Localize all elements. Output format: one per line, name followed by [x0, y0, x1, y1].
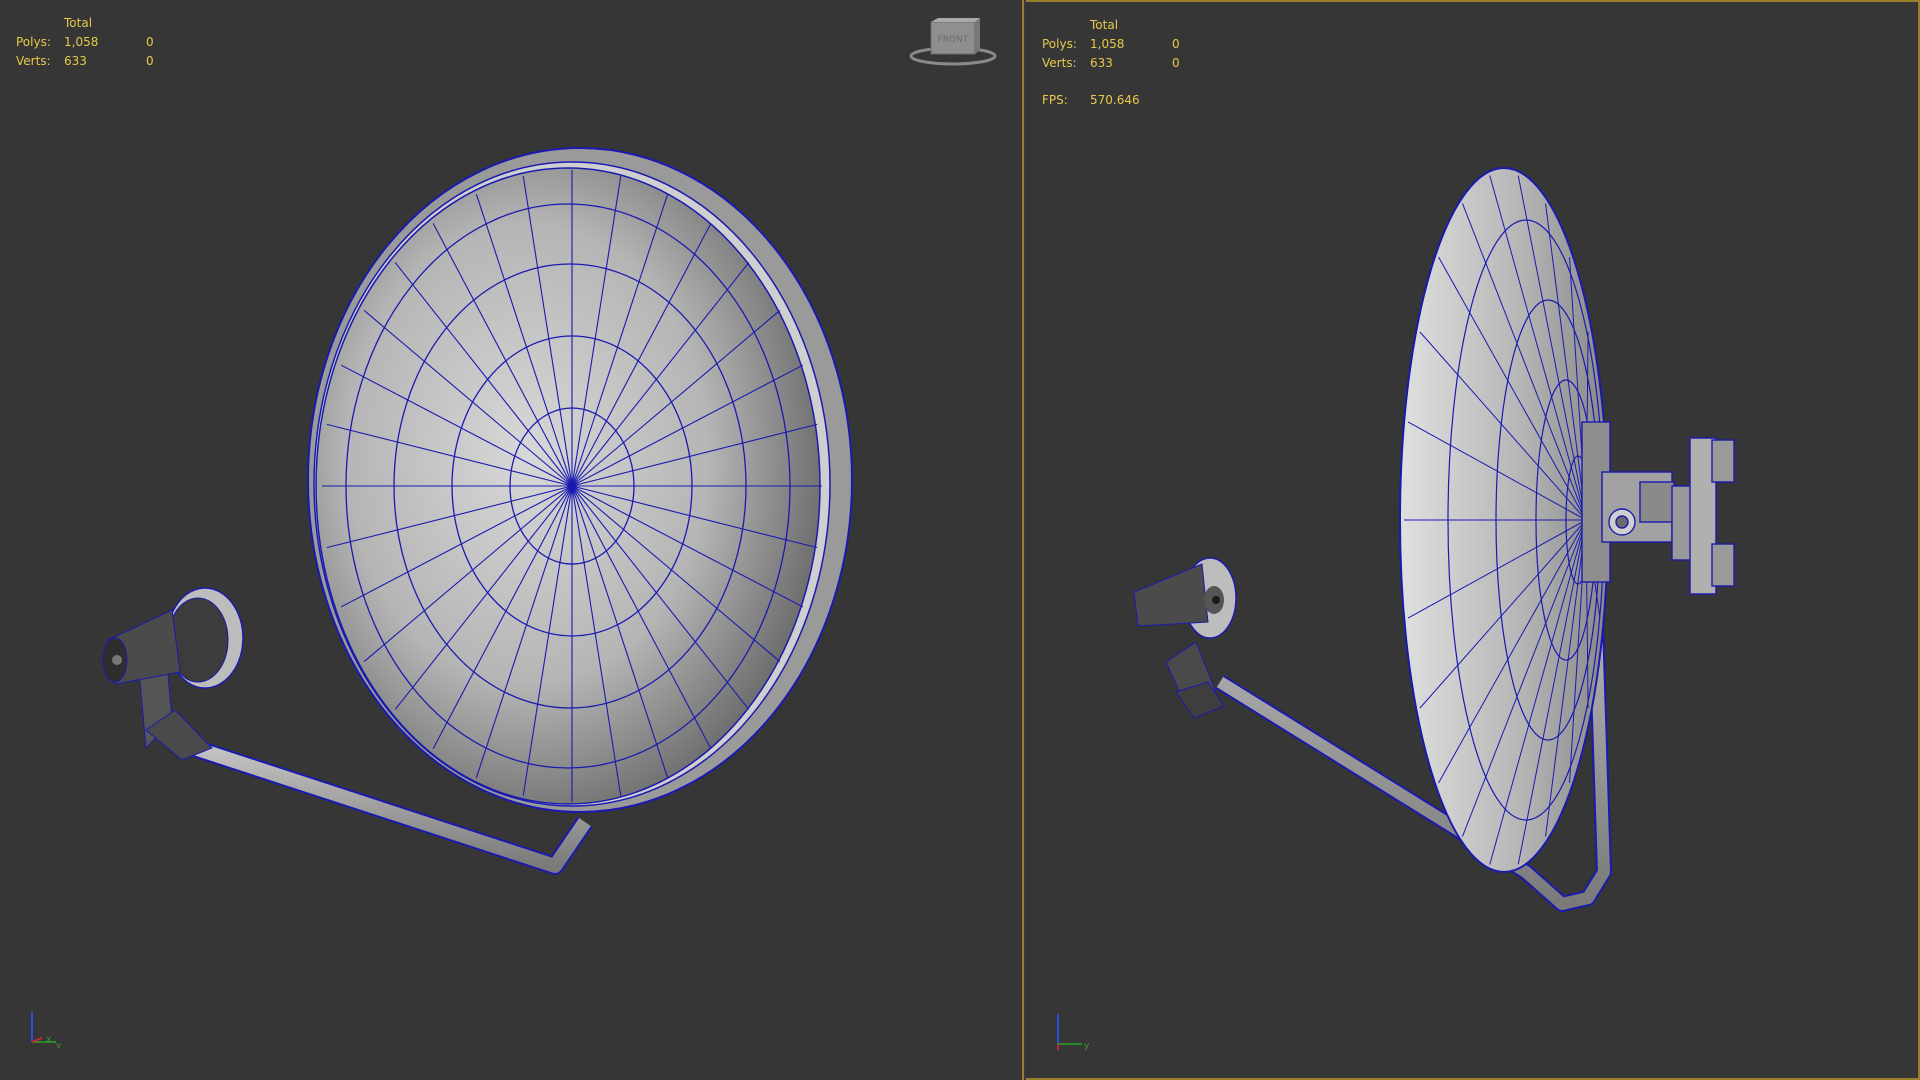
lnb-feed: [102, 587, 244, 761]
wall-bracket: [1581, 421, 1735, 595]
lnb-feed: [1133, 557, 1237, 719]
axis-x-label: x: [46, 1035, 52, 1045]
dish-model-front: [102, 147, 853, 875]
dish-model-side: [1133, 167, 1735, 912]
axis-y-label: y: [56, 1041, 62, 1048]
viewport-left[interactable]: Total Polys: 1,058 0 Verts: 633 0 FRONT: [0, 0, 1024, 1080]
axis-gizmo-icon: x y: [31, 1012, 62, 1048]
axis-y-label: y: [1084, 1041, 1090, 1050]
axis-gizmo-icon: y: [1057, 1014, 1090, 1050]
viewport-right[interactable]: Total Polys: 1,058 0 Verts: 633 0 FPS: 5…: [1026, 0, 1920, 1080]
